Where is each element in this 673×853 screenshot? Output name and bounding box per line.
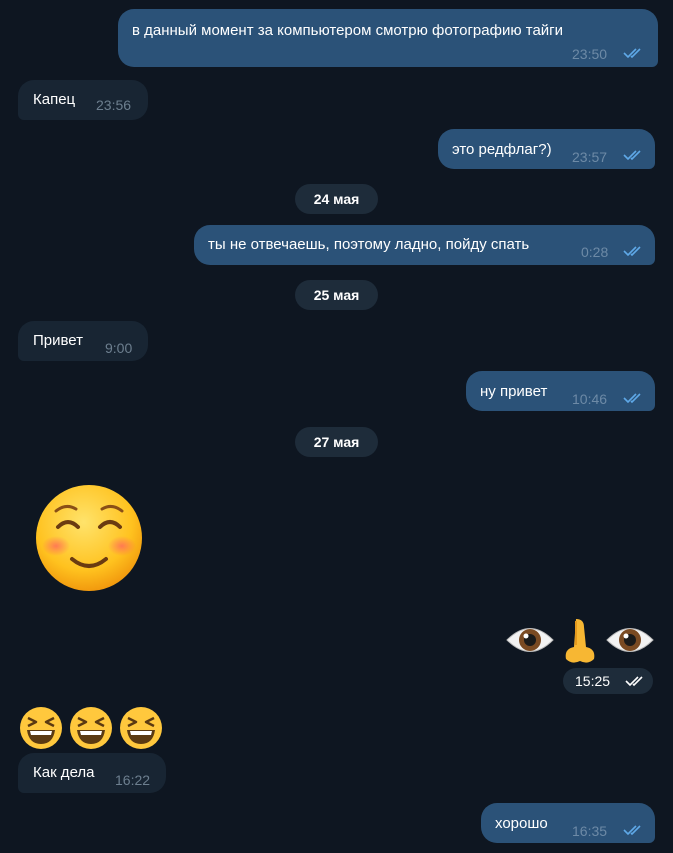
message-time: 16:35 bbox=[572, 823, 608, 839]
message-time: 10:46 bbox=[572, 391, 608, 407]
outgoing-message[interactable]: хорошо 16:35 bbox=[481, 803, 655, 843]
double-check-icon bbox=[625, 676, 643, 687]
outgoing-message[interactable]: ты не отвечаешь, поэтому ладно, пойду сп… bbox=[194, 225, 655, 265]
incoming-message[interactable]: Привет 9:00 bbox=[18, 321, 148, 361]
message-time: 23:50 bbox=[572, 46, 608, 62]
message-text: ты не отвечаешь, поэтому ладно, пойду сп… bbox=[208, 236, 530, 253]
nose-emoji bbox=[565, 619, 595, 663]
message-time: 15:25 bbox=[575, 673, 611, 689]
laughing-face-emoji bbox=[120, 707, 162, 749]
double-check-icon bbox=[623, 393, 641, 404]
date-separator: 27 мая bbox=[295, 427, 378, 457]
outgoing-message[interactable]: ну привет 10:46 bbox=[466, 371, 655, 411]
double-check-icon bbox=[623, 246, 641, 257]
chat-history: в данный момент за компьютером смотрю фо… bbox=[0, 0, 673, 853]
message-time-chip: 15:25 bbox=[563, 668, 653, 694]
eye-emoji bbox=[606, 628, 654, 652]
smiling-face-emoji[interactable]: ☺️ bbox=[34, 483, 144, 593]
date-separator: 25 мая bbox=[295, 280, 378, 310]
double-check-icon bbox=[623, 825, 641, 836]
message-text: Привет bbox=[33, 332, 84, 349]
message-time: 9:00 bbox=[105, 340, 133, 356]
message-time: 23:57 bbox=[572, 149, 608, 165]
incoming-message[interactable]: Капец 23:56 bbox=[18, 80, 148, 120]
outgoing-message[interactable]: это редфлаг?) 23:57 bbox=[438, 129, 655, 169]
message-text: хорошо bbox=[495, 815, 548, 832]
message-text: в данный момент за компьютером смотрю фо… bbox=[132, 22, 564, 39]
message-time: 16:22 bbox=[115, 772, 151, 788]
message-time: 0:28 bbox=[581, 244, 609, 260]
message-text: Капец bbox=[33, 91, 76, 108]
date-separator: 24 мая bbox=[295, 184, 378, 214]
double-check-icon bbox=[623, 48, 641, 59]
laughing-face-emoji bbox=[20, 707, 62, 749]
message-text: ☺️ bbox=[34, 483, 36, 484]
message-text: Как дела bbox=[33, 764, 95, 781]
message-text: это редфлаг?) bbox=[452, 141, 552, 158]
outgoing-message[interactable]: в данный момент за компьютером смотрю фо… bbox=[118, 9, 658, 67]
eye-emoji bbox=[506, 628, 554, 652]
double-check-icon bbox=[623, 150, 641, 161]
laughing-face-emoji bbox=[70, 707, 112, 749]
message-time: 23:56 bbox=[96, 97, 132, 113]
incoming-message[interactable]: Как дела 16:22 bbox=[18, 753, 166, 793]
incoming-emoji-message[interactable]: 😆😆😆 bbox=[19, 706, 169, 750]
message-text: ну привет bbox=[480, 383, 548, 400]
message-text: 👁👃👁 bbox=[505, 617, 506, 618]
